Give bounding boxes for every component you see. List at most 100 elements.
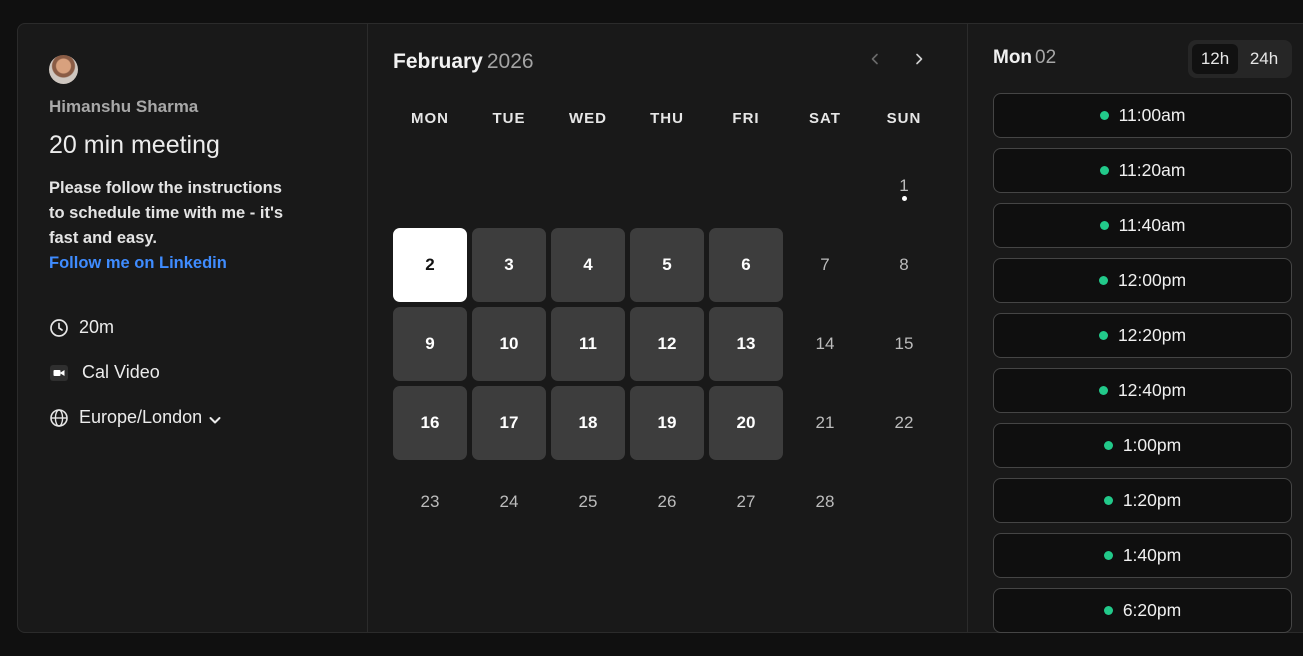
time-slot-label: 11:20am: [1118, 160, 1186, 180]
selected-day-name: Mon: [993, 47, 1033, 68]
day-number: 21: [815, 413, 835, 432]
calendar-day-26: 26: [630, 465, 704, 539]
weekday-tue: TUE: [492, 110, 526, 127]
time-slot-button[interactable]: 1:40pm: [993, 533, 1292, 578]
calendar-day-8: 8: [867, 228, 941, 302]
day-number: 16: [420, 413, 440, 432]
calendar-day-5[interactable]: 5: [630, 228, 704, 302]
day-number: 6: [741, 255, 751, 274]
time-slot-label: 12:40pm: [1117, 380, 1187, 400]
calendar-day-23: 23: [393, 465, 467, 539]
day-number: 8: [899, 255, 909, 274]
timezone-label: Europe/London: [79, 407, 203, 427]
calendar-day-16[interactable]: 16: [393, 386, 467, 460]
time-slot-button[interactable]: 1:00pm: [993, 423, 1292, 468]
availability-dot-icon: [1103, 496, 1113, 505]
availability-dot-icon: [1099, 166, 1109, 175]
timezone-selector[interactable]: Europe/London: [49, 407, 222, 428]
calendar-day-10[interactable]: 10: [472, 307, 546, 381]
time-slot-button[interactable]: 1:20pm: [993, 478, 1292, 523]
event-title: 20 min meeting: [49, 131, 220, 159]
day-number: 14: [815, 334, 835, 353]
calendar-day-6[interactable]: 6: [709, 228, 783, 302]
calendar-day-4[interactable]: 4: [551, 228, 625, 302]
day-number: 9: [425, 334, 435, 353]
event-description: Please follow the instructions to schedu…: [49, 176, 329, 276]
time-slot-label: 11:00am: [1118, 105, 1186, 125]
calendar-day-18[interactable]: 18: [551, 386, 625, 460]
calendar-day-24: 24: [472, 465, 546, 539]
time-slot-label: 11:40am: [1118, 215, 1186, 235]
format-24h-button[interactable]: 24h: [1241, 44, 1287, 74]
month-name: February: [393, 50, 483, 73]
day-number: 18: [578, 413, 598, 432]
calendar-day-2[interactable]: 2: [393, 228, 467, 302]
day-number: 7: [820, 255, 830, 274]
day-number: 5: [662, 255, 672, 274]
calendar-day-13[interactable]: 13: [709, 307, 783, 381]
time-slot-label: 12:20pm: [1117, 325, 1187, 345]
calendar-day-11[interactable]: 11: [551, 307, 625, 381]
availability-dot-icon: [1098, 276, 1108, 285]
day-number: 13: [736, 334, 756, 353]
day-number: 2: [425, 255, 435, 274]
booking-panel: Himanshu Sharma 20 min meeting Please fo…: [17, 23, 1303, 633]
availability-dot-icon: [1103, 606, 1113, 615]
day-number: 25: [578, 492, 598, 511]
video-camera-icon: [49, 363, 69, 383]
time-slot-button[interactable]: 11:20am: [993, 148, 1292, 193]
location-label: Cal Video: [82, 362, 160, 382]
availability-dot-icon: [1099, 221, 1109, 230]
day-number: 10: [499, 334, 519, 353]
time-slot-label: 1:20pm: [1122, 490, 1182, 510]
day-number: 27: [736, 492, 756, 511]
calendar-day-9[interactable]: 9: [393, 307, 467, 381]
weekday-sun: SUN: [886, 110, 922, 127]
calendar-day-17[interactable]: 17: [472, 386, 546, 460]
time-slot-button[interactable]: 11:00am: [993, 93, 1292, 138]
avatar: [49, 55, 78, 84]
chevron-right-icon: [912, 52, 926, 71]
time-slot-label: 1:40pm: [1122, 545, 1182, 565]
time-slot-button[interactable]: 12:40pm: [993, 368, 1292, 413]
month-title: February 2026: [393, 50, 534, 74]
next-month-button[interactable]: [908, 50, 930, 72]
calendar-day-3[interactable]: 3: [472, 228, 546, 302]
description-line: to schedule time with me - it's: [49, 204, 284, 222]
calendar-day-27: 27: [709, 465, 783, 539]
time-slot-button[interactable]: 11:40am: [993, 203, 1292, 248]
availability-dot-icon: [1103, 441, 1113, 450]
day-number: 22: [894, 413, 914, 432]
calendar-day-1: 1: [867, 149, 941, 223]
calendar-day-21: 21: [788, 386, 862, 460]
weekday-sat: SAT: [809, 110, 841, 127]
globe-icon: [49, 408, 69, 428]
calendar-day-25: 25: [551, 465, 625, 539]
weekday-thu: THU: [650, 110, 684, 127]
availability-dot-icon: [1099, 111, 1109, 120]
weekday-mon: MON: [411, 110, 449, 127]
divider-left: [367, 24, 368, 632]
format-12h-button[interactable]: 12h: [1192, 44, 1238, 74]
calendar-day-19[interactable]: 19: [630, 386, 704, 460]
calendar-day-7: 7: [788, 228, 862, 302]
month-year: 2026: [486, 50, 534, 73]
day-number: 1: [899, 176, 909, 195]
time-slot-button[interactable]: 12:00pm: [993, 258, 1292, 303]
calendar-day-22: 22: [867, 386, 941, 460]
availability-dot-icon: [1098, 386, 1108, 395]
calendar-day-12[interactable]: 12: [630, 307, 704, 381]
divider-right: [967, 24, 968, 632]
day-number: 3: [504, 255, 514, 274]
time-slot-button[interactable]: 6:20pm: [993, 588, 1292, 633]
day-number: 17: [499, 413, 519, 432]
prev-month-button[interactable]: [864, 50, 886, 72]
linkedin-link[interactable]: Follow me on Linkedin: [49, 251, 329, 276]
calendar-day-15: 15: [867, 307, 941, 381]
day-number: 23: [420, 492, 440, 511]
day-number: 15: [894, 334, 914, 353]
time-slot-button[interactable]: 12:20pm: [993, 313, 1292, 358]
day-number: 28: [815, 492, 835, 511]
calendar-day-20[interactable]: 20: [709, 386, 783, 460]
weekday-fri: FRI: [732, 110, 760, 127]
